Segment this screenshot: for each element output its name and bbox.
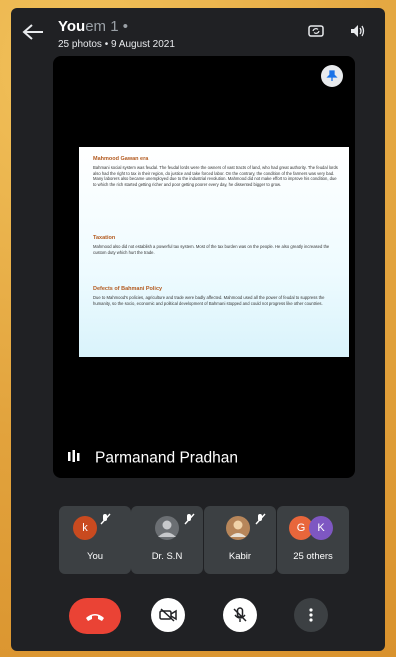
participant-label: Dr. S.N	[151, 551, 183, 562]
background-frame: Youem 1 • 25 photos • 9 August 2021 Mahm…	[0, 0, 396, 657]
shared-document: Mahmood Gawan era Bahmani social system …	[79, 147, 349, 357]
more-vert-icon	[309, 608, 313, 622]
top-bar: Youem 1 • 25 photos • 9 August 2021	[11, 8, 385, 60]
title-ghost: em 1 •	[85, 18, 128, 35]
album-title: Youem 1 •	[58, 18, 128, 35]
participant-tile-dr-sn[interactable]: Dr. S.N	[131, 506, 203, 574]
avatar-k: K	[309, 516, 333, 540]
participant-tile-others[interactable]: G K 25 others	[277, 506, 349, 574]
back-arrow-icon[interactable]	[21, 22, 47, 46]
mic-off-icon	[233, 607, 247, 622]
mic-off-icon	[99, 512, 111, 525]
doc-paragraph-1: Bahmani social system was feudal. The fe…	[93, 165, 338, 187]
camera-off-button[interactable]	[151, 598, 185, 632]
end-call-button[interactable]	[69, 598, 121, 634]
participant-label: You	[86, 551, 104, 562]
doc-paragraph-3: Due to Mahmood's policies, agriculture a…	[93, 295, 325, 306]
presenter-name: Parmanand Pradhan	[95, 449, 239, 467]
participant-label: 25 others	[293, 551, 333, 562]
participant-tile-kabir[interactable]: Kabir	[204, 506, 276, 574]
avatar: k	[73, 516, 97, 540]
participant-strip: k You Dr. S.N Kabir G K 25 others	[59, 506, 349, 576]
camera-switch-icon[interactable]	[307, 22, 325, 40]
title-main: You	[58, 18, 86, 35]
more-options-button[interactable]	[294, 598, 328, 632]
audio-level-icon	[67, 449, 81, 468]
album-subtitle: 25 photos • 9 August 2021	[58, 39, 175, 50]
participant-tile-you[interactable]: k You	[59, 506, 131, 574]
avatar	[155, 516, 179, 540]
mic-off-button[interactable]	[223, 598, 257, 632]
doc-heading-2: Taxation	[93, 235, 116, 241]
speaker-icon[interactable]	[349, 22, 367, 40]
presenter-label: Parmanand Pradhan	[67, 449, 238, 468]
mic-off-icon	[254, 512, 266, 525]
mic-off-icon	[183, 512, 195, 525]
presenter-video[interactable]: Mahmood Gawan era Bahmani social system …	[53, 56, 355, 478]
participant-label: Kabir	[228, 551, 252, 562]
end-call-icon	[86, 614, 104, 621]
doc-paragraph-2: Mahmood also did not establish a powerfu…	[93, 244, 330, 255]
video-off-icon	[159, 608, 177, 622]
doc-heading-1: Mahmood Gawan era	[93, 156, 149, 162]
meet-screen: Youem 1 • 25 photos • 9 August 2021 Mahm…	[11, 8, 385, 651]
pin-icon[interactable]	[321, 65, 343, 87]
doc-heading-3: Defects of Bahmani Policy	[93, 286, 163, 292]
avatar	[226, 516, 250, 540]
